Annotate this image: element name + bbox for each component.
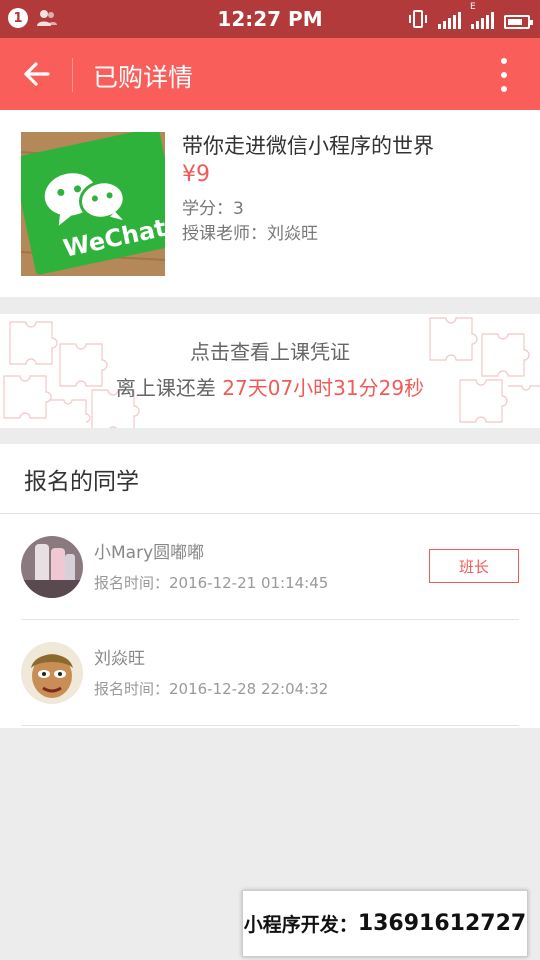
contact-watermark: 小程序开发： 13691612727 (242, 890, 528, 957)
more-options-button[interactable] (496, 58, 512, 92)
more-dot (501, 58, 507, 64)
course-title: 带你走进微信小程序的世界 (182, 134, 434, 158)
list-item[interactable]: 刘焱旺 报名时间：2016-12-28 22:04:32 (0, 620, 540, 726)
back-button[interactable] (20, 56, 56, 92)
more-dot (501, 86, 507, 92)
battery-icon (504, 15, 533, 29)
list-item[interactable]: 小Mary圆嘟嘟 报名时间：2016-12-21 01:14:45 班长 (0, 514, 540, 620)
class-voucher-banner[interactable]: 点击查看上课凭证 离上课还差 27天07小时31分29秒 (0, 314, 540, 428)
avatar (21, 536, 83, 598)
course-credits: 学分：3 (182, 199, 244, 219)
student-name: 刘焱旺 (94, 649, 145, 669)
course-price: ¥9 (182, 162, 210, 187)
signal-e-icon: E (470, 2, 494, 29)
status-right: E (408, 2, 533, 29)
wechat-logo-image: WeChat (21, 132, 165, 276)
signup-time: 报名时间：2016-12-28 22:04:32 (94, 680, 329, 698)
page-title: 已购详情 (93, 63, 194, 92)
classmates-section: 报名的同学 小Mary圆嘟嘟 报名时间：2016-12-21 01:14:45 … (0, 444, 540, 728)
more-dot (501, 72, 507, 78)
classmates-header: 报名的同学 (0, 444, 540, 514)
puzzle-pattern-left (3, 321, 140, 428)
class-monitor-badge: 班长 (429, 549, 519, 583)
countdown-value: 27天07小时31分29秒 (222, 376, 425, 400)
view-voucher-link[interactable]: 点击查看上课凭证 (0, 336, 540, 365)
class-countdown: 离上课还差 27天07小时31分29秒 (0, 372, 540, 401)
puzzle-pattern-right (429, 317, 540, 423)
avatar (21, 642, 83, 704)
signup-time: 报名时间：2016-12-21 01:14:45 (94, 574, 329, 592)
countdown-prefix: 离上课还差 (115, 376, 216, 400)
vibrate-icon (409, 10, 427, 28)
classmates-title: 报名的同学 (24, 469, 139, 495)
network-type-label: E (470, 2, 476, 12)
student-name: 小Mary圆嘟嘟 (94, 543, 205, 563)
course-card[interactable]: WeChat 带你走进微信小程序的世界 ¥9 学分：3 授课老师：刘焱旺 (0, 110, 540, 297)
status-bar: 1 12:27 PM E (0, 0, 540, 38)
arrow-left-icon (24, 62, 50, 86)
signal-strength-icon (438, 11, 461, 29)
row-divider (21, 725, 519, 726)
app-bar: 已购详情 (0, 38, 540, 110)
contact-label: 小程序开发： (243, 914, 358, 936)
contact-phone: 13691612727 (357, 911, 527, 936)
course-thumbnail: WeChat (21, 132, 165, 276)
course-teacher: 授课老师：刘焱旺 (182, 224, 318, 244)
app-bar-divider (72, 58, 73, 92)
